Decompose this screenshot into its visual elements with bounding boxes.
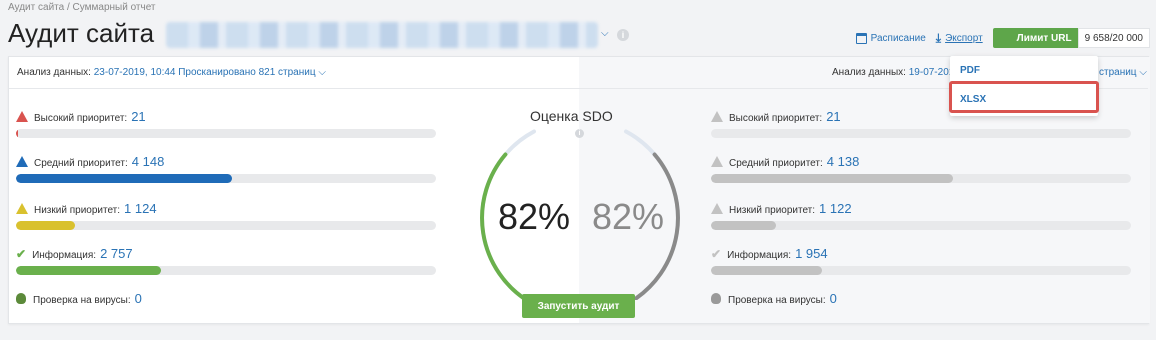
info-icon[interactable]: i bbox=[617, 29, 629, 41]
metric-bar bbox=[16, 174, 436, 183]
metric-value[interactable]: 4 148 bbox=[132, 154, 165, 169]
data-filter-compare[interactable]: Анализ данных: 19-07-201 bbox=[832, 67, 954, 78]
download-icon: ⤓ bbox=[935, 30, 942, 45]
filter-value-compare[interactable]: 19-07-201 bbox=[909, 67, 955, 78]
metric-4[interactable]: Проверка на вирусы: 0 bbox=[711, 291, 1131, 306]
metric-value[interactable]: 4 138 bbox=[827, 154, 860, 169]
metric-2[interactable]: Низкий приоритет: 1 122 bbox=[711, 201, 1131, 230]
calendar-icon bbox=[855, 32, 867, 44]
url-limit-value: 9 658/20 000 bbox=[1077, 28, 1150, 48]
metric-0[interactable]: Высокий приоритет: 21 bbox=[16, 109, 436, 138]
metric-label: Низкий приоритет: bbox=[34, 205, 121, 216]
export-link[interactable]: ⤓ Экспорт bbox=[936, 31, 983, 46]
warning-yellow-icon bbox=[16, 203, 28, 214]
metric-label: Высокий приоритет: bbox=[729, 113, 823, 124]
warning-gray-icon bbox=[711, 111, 723, 122]
warning-red-icon bbox=[16, 111, 28, 122]
metric-value[interactable]: 0 bbox=[830, 291, 837, 306]
metric-row: Проверка на вирусы: 0 bbox=[711, 291, 1131, 306]
gauge-percent-current: 82% bbox=[498, 196, 571, 237]
metric-value[interactable]: 2 757 bbox=[100, 246, 133, 261]
bug-icon bbox=[16, 293, 26, 304]
metric-label: Проверка на вирусы: bbox=[728, 295, 826, 306]
metric-4[interactable]: Проверка на вирусы: 0 bbox=[16, 291, 436, 306]
metric-value[interactable]: 21 bbox=[826, 109, 840, 124]
gauge-percent-compare: 82% bbox=[592, 196, 665, 237]
gauge-title: Оценка SDO bbox=[530, 108, 613, 124]
metric-1[interactable]: Средний приоритет: 4 138 bbox=[711, 154, 1131, 183]
metric-bar bbox=[711, 129, 1131, 138]
metric-label: Средний приоритет: bbox=[729, 158, 823, 169]
chevron-down-icon[interactable]: ⌵ bbox=[601, 28, 609, 39]
metric-bar-fill bbox=[16, 129, 19, 138]
metric-3[interactable]: ✔ Информация: 1 954 bbox=[711, 246, 1131, 275]
url-limit: Лимит URL 9 658/20 000 bbox=[992, 28, 1150, 48]
metric-label: Информация: bbox=[727, 250, 792, 261]
metric-label: Высокий приоритет: bbox=[34, 113, 128, 124]
metric-bar-fill bbox=[711, 266, 823, 275]
metric-1[interactable]: Средний приоритет: 4 148 bbox=[16, 154, 436, 183]
metric-bar bbox=[711, 174, 1131, 183]
metric-row: Низкий приоритет: 1 122 bbox=[711, 201, 1131, 216]
export-label: Экспорт bbox=[945, 32, 983, 44]
metric-bar-fill bbox=[16, 266, 161, 275]
check-gray-icon: ✔ bbox=[711, 247, 722, 261]
metric-bar-fill bbox=[711, 221, 777, 230]
metric-value[interactable]: 1 122 bbox=[819, 201, 852, 216]
info-icon[interactable]: i bbox=[575, 129, 584, 138]
metric-label: Средний приоритет: bbox=[34, 158, 128, 169]
chevron-down-icon[interactable]: ⌵ bbox=[318, 67, 326, 78]
chevron-down-icon[interactable]: ⌵ bbox=[1139, 67, 1147, 78]
metric-value[interactable]: 1 954 bbox=[795, 246, 828, 261]
warning-gray-icon bbox=[711, 203, 723, 214]
metric-3[interactable]: ✔ Информация: 2 757 bbox=[16, 246, 436, 275]
metric-row: Низкий приоритет: 1 124 bbox=[16, 201, 436, 216]
metric-row: Проверка на вирусы: 0 bbox=[16, 291, 436, 306]
metric-bar bbox=[16, 221, 436, 230]
metric-bar bbox=[16, 266, 436, 275]
warning-gray-icon bbox=[711, 156, 723, 167]
metric-bar bbox=[711, 266, 1131, 275]
run-audit-button[interactable]: Запустить аудит bbox=[522, 294, 635, 318]
metric-row: Высокий приоритет: 21 bbox=[16, 109, 436, 124]
metric-bar-fill bbox=[16, 221, 75, 230]
metric-row: Средний приоритет: 4 138 bbox=[711, 154, 1131, 169]
metric-label: Низкий приоритет: bbox=[729, 205, 816, 216]
warning-blue-icon bbox=[16, 156, 28, 167]
metric-label: Информация: bbox=[32, 250, 97, 261]
sdo-gauge bbox=[480, 129, 680, 300]
metric-bar-fill bbox=[16, 174, 233, 183]
bug-gray-icon bbox=[711, 293, 721, 304]
metric-value[interactable]: 0 bbox=[135, 291, 142, 306]
project-domain-redacted[interactable] bbox=[166, 22, 598, 48]
url-limit-button[interactable]: Лимит URL bbox=[992, 28, 1078, 48]
filter-label: Анализ данных: bbox=[17, 67, 91, 78]
filter-value-current[interactable]: 23-07-2019, 10:44 Просканировано 821 стр… bbox=[94, 67, 316, 78]
page-title: Аудит сайта bbox=[8, 18, 155, 48]
breadcrumb: Аудит сайта / Суммарный отчет bbox=[8, 2, 156, 13]
metric-row: Средний приоритет: 4 148 bbox=[16, 154, 436, 169]
xlsx-highlight-box bbox=[949, 81, 1099, 113]
export-pdf-item[interactable]: PDF bbox=[950, 65, 1098, 76]
metric-bar-fill bbox=[711, 174, 953, 183]
metric-row: ✔ Информация: 1 954 bbox=[711, 246, 1131, 261]
metric-bar bbox=[711, 221, 1131, 230]
check-icon: ✔ bbox=[16, 247, 27, 261]
schedule-label: Расписание bbox=[870, 32, 926, 44]
metric-value[interactable]: 21 bbox=[131, 109, 145, 124]
header-actions: Расписание ⤓ Экспорт Лимит URL 9 658/20 … bbox=[855, 28, 1150, 48]
metric-row: ✔ Информация: 2 757 bbox=[16, 246, 436, 261]
metric-bar bbox=[16, 129, 436, 138]
schedule-link[interactable]: Расписание bbox=[855, 32, 926, 44]
filter-label: Анализ данных: bbox=[832, 67, 906, 78]
metric-label: Проверка на вирусы: bbox=[33, 295, 131, 306]
metric-value[interactable]: 1 124 bbox=[124, 201, 157, 216]
metric-2[interactable]: Низкий приоритет: 1 124 bbox=[16, 201, 436, 230]
data-filter-current[interactable]: Анализ данных: 23-07-2019, 10:44 Проскан… bbox=[17, 67, 326, 78]
filter-value-compare-end[interactable]: страниц ⌵ bbox=[1099, 67, 1147, 78]
